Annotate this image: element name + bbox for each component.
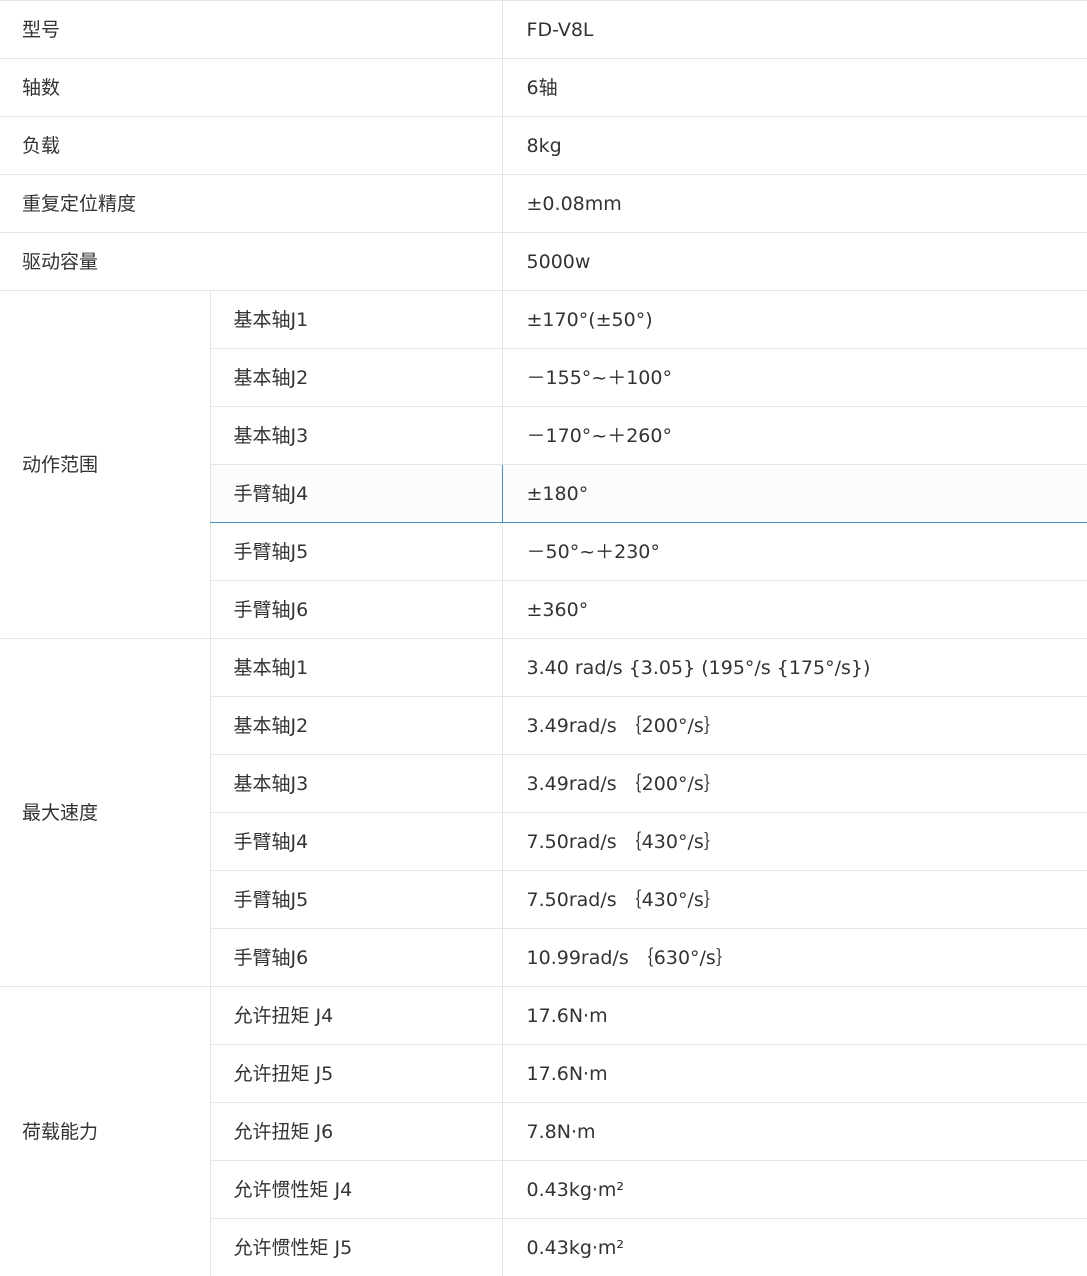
row-label: 轴数	[0, 59, 502, 117]
group-label-max-speed: 最大速度	[0, 639, 210, 987]
axis-value: 3.49rad/s ｛200°/s｝	[502, 755, 1087, 813]
table-row: 最大速度 基本轴J1 3.40 rad/s {3.05} (195°/s {17…	[0, 639, 1087, 697]
row-value: ±0.08mm	[502, 175, 1087, 233]
table-row: 重复定位精度 ±0.08mm	[0, 175, 1087, 233]
axis-value: 7.50rad/s ｛430°/s｝	[502, 871, 1087, 929]
row-value: 5000w	[502, 233, 1087, 291]
axis-value: －155°~＋100°	[502, 349, 1087, 407]
axis-value: ±180°	[502, 465, 1087, 523]
axis-label: 基本轴J3	[210, 755, 502, 813]
table-row: 荷载能力 允许扭矩 J4 17.6N·m	[0, 987, 1087, 1045]
axis-value: ±170°(±50°)	[502, 291, 1087, 349]
axis-value: 7.8N·m	[502, 1103, 1087, 1161]
axis-value: 17.6N·m	[502, 1045, 1087, 1103]
axis-label: 手臂轴J6	[210, 929, 502, 987]
axis-label: 手臂轴J5	[210, 523, 502, 581]
group-label-motion-range: 动作范围	[0, 291, 210, 639]
axis-label: 基本轴J3	[210, 407, 502, 465]
table-row: 型号 FD-V8L	[0, 1, 1087, 59]
axis-label: 手臂轴J5	[210, 871, 502, 929]
axis-label: 允许扭矩 J4	[210, 987, 502, 1045]
row-label: 负载	[0, 117, 502, 175]
axis-value: 17.6N·m	[502, 987, 1087, 1045]
row-label: 型号	[0, 1, 502, 59]
axis-value: ±360°	[502, 581, 1087, 639]
row-value: 6轴	[502, 59, 1087, 117]
axis-label: 允许扭矩 J5	[210, 1045, 502, 1103]
axis-value: 0.43kg·m²	[502, 1219, 1087, 1276]
axis-value: 3.40 rad/s {3.05} (195°/s {175°/s})	[502, 639, 1087, 697]
row-label: 驱动容量	[0, 233, 502, 291]
table-row: 轴数 6轴	[0, 59, 1087, 117]
axis-label: 允许惯性矩 J5	[210, 1219, 502, 1276]
group-label-load-capacity: 荷载能力	[0, 987, 210, 1276]
axis-label: 手臂轴J6	[210, 581, 502, 639]
row-value: FD-V8L	[502, 1, 1087, 59]
axis-value: 10.99rad/s ｛630°/s｝	[502, 929, 1087, 987]
axis-label: 允许扭矩 J6	[210, 1103, 502, 1161]
axis-value: －50°~＋230°	[502, 523, 1087, 581]
table-row: 动作范围 基本轴J1 ±170°(±50°)	[0, 291, 1087, 349]
axis-label: 基本轴J1	[210, 291, 502, 349]
axis-value: －170°~＋260°	[502, 407, 1087, 465]
row-label: 重复定位精度	[0, 175, 502, 233]
axis-value: 0.43kg·m²	[502, 1161, 1087, 1219]
axis-label: 基本轴J2	[210, 349, 502, 407]
axis-label: 基本轴J2	[210, 697, 502, 755]
axis-label: 允许惯性矩 J4	[210, 1161, 502, 1219]
axis-label: 基本轴J1	[210, 639, 502, 697]
row-value: 8kg	[502, 117, 1087, 175]
table-row: 负载 8kg	[0, 117, 1087, 175]
table-row: 驱动容量 5000w	[0, 233, 1087, 291]
axis-label: 手臂轴J4	[210, 465, 502, 523]
spec-table: 型号 FD-V8L 轴数 6轴 负载 8kg 重复定位精度 ±0.08mm 驱动…	[0, 0, 1087, 1276]
axis-label: 手臂轴J4	[210, 813, 502, 871]
axis-value: 7.50rad/s ｛430°/s｝	[502, 813, 1087, 871]
axis-value: 3.49rad/s ｛200°/s｝	[502, 697, 1087, 755]
